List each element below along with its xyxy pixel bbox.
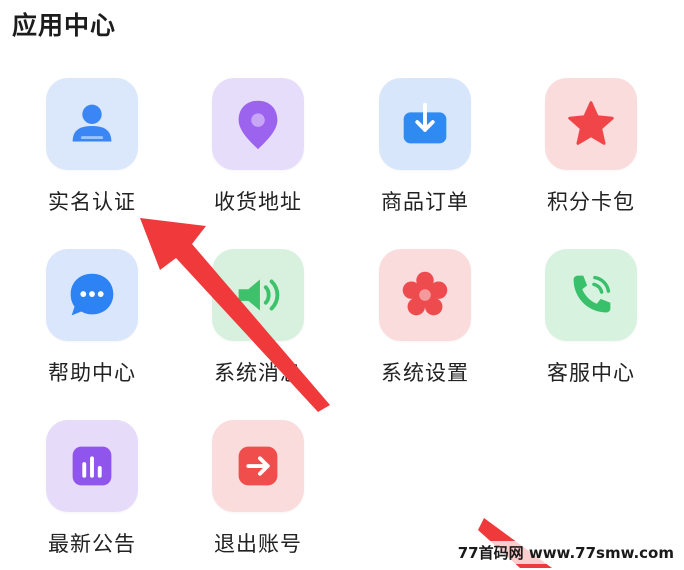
phone-call-icon	[545, 249, 637, 341]
app-label: 积分卡包	[547, 190, 635, 214]
download-box-icon	[379, 78, 471, 170]
app-label: 退出账号	[214, 532, 302, 556]
app-label: 收货地址	[214, 190, 302, 214]
app-label: 实名认证	[48, 190, 136, 214]
location-pin-icon	[212, 78, 304, 170]
bar-chart-icon	[46, 420, 138, 512]
app-customer-service[interactable]: 客服中心	[521, 249, 661, 399]
watermark: 77首码网 www.77smw.com	[453, 541, 678, 564]
user-icon	[46, 78, 138, 170]
app-system-settings[interactable]: 系统设置	[355, 249, 495, 399]
app-product-orders[interactable]: 商品订单	[355, 78, 495, 228]
app-label: 最新公告	[48, 532, 136, 556]
app-label: 商品订单	[381, 190, 469, 214]
app-label: 客服中心	[547, 361, 635, 385]
app-help-center[interactable]: 帮助中心	[22, 249, 162, 399]
chat-bubble-icon	[46, 249, 138, 341]
app-logout[interactable]: 退出账号	[188, 420, 328, 570]
speaker-icon	[212, 249, 304, 341]
app-shipping-address[interactable]: 收货地址	[188, 78, 328, 228]
app-identity-verification[interactable]: 实名认证	[22, 78, 162, 228]
app-label: 系统设置	[381, 361, 469, 385]
app-label: 帮助中心	[48, 361, 136, 385]
star-icon	[545, 78, 637, 170]
app-grid: 实名认证 收货地址 商品订单 积分卡包 帮助中心 系统消息 系统设置 客服中心 …	[0, 0, 684, 568]
app-system-messages[interactable]: 系统消息	[188, 249, 328, 399]
app-points-wallet[interactable]: 积分卡包	[521, 78, 661, 228]
app-label: 系统消息	[214, 361, 302, 385]
exit-arrow-icon	[212, 420, 304, 512]
flower-gear-icon	[379, 249, 471, 341]
app-announcements[interactable]: 最新公告	[22, 420, 162, 570]
